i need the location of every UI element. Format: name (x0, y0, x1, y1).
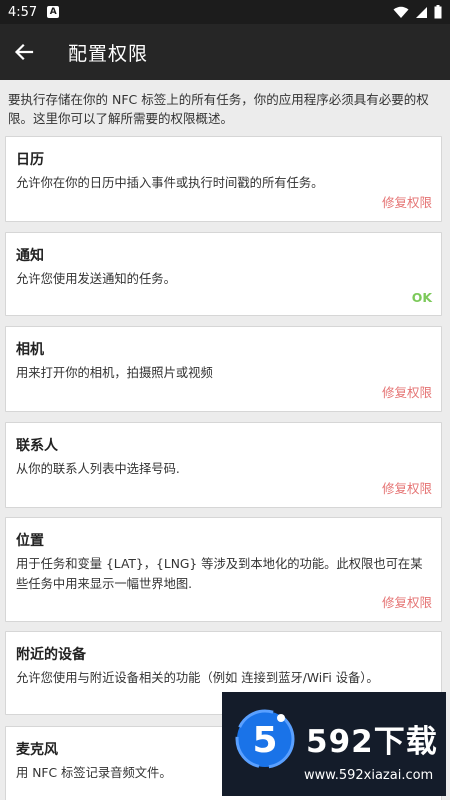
fix-permission-button[interactable]: 修复权限 (382, 592, 432, 611)
fix-permission-button[interactable]: 修复权限 (382, 192, 432, 211)
card-description: 允许您使用与附近设备相关的功能（例如 连接到蓝牙/WiFi 设备）。 (16, 671, 379, 685)
card-description: 允许您使用发送通知的任务。 (16, 272, 176, 286)
card-title: 位置 (16, 533, 44, 549)
card-description: 从你的联系人列表中选择号码. (16, 462, 180, 476)
wifi-icon (393, 6, 409, 18)
app-bar: 配置权限 (0, 24, 450, 80)
cellular-icon (416, 6, 427, 18)
card-title: 联系人 (16, 438, 58, 454)
status-bar: 4:57 A (0, 0, 450, 24)
fix-permission-button[interactable]: 修复权限 (382, 382, 432, 401)
card-title: 麦克风 (16, 742, 58, 758)
ok-status: OK (411, 290, 432, 305)
arrow-back-icon (14, 43, 34, 61)
permission-card-contacts: 联系人 从你的联系人列表中选择号码. 修复权限 (5, 422, 442, 508)
intro-text: 要执行存储在你的 NFC 标签上的所有任务，你的应用程序必须具有必要的权限。这里… (8, 92, 429, 126)
permission-card-notifications: 通知 允许您使用发送通知的任务。 OK (5, 232, 442, 316)
logo-digit: 5 (252, 720, 277, 761)
card-title: 相机 (16, 342, 44, 358)
permission-card-location: 位置 用于任务和变量 {LAT}，{LNG} 等涉及到本地化的功能。此权限也可在… (5, 517, 442, 622)
card-title: 通知 (16, 248, 44, 264)
status-icons (393, 5, 442, 19)
permission-card-camera: 相机 用来打开你的相机，拍摄照片或视频 修复权限 (5, 326, 442, 412)
watermark-brand: 592下载 (306, 724, 438, 760)
page-title: 配置权限 (68, 42, 149, 65)
permission-card-calendar: 日历 允许你在你的日历中插入事件或执行时间戳的所有任务。 修复权限 (5, 136, 442, 222)
card-description: 用于任务和变量 {LAT}，{LNG} 等涉及到本地化的功能。此权限也可在某些任… (16, 557, 423, 591)
watermark-url: www.592xiazai.com (304, 768, 434, 783)
card-description: 用来打开你的相机，拍摄照片或视频 (16, 366, 213, 380)
notification-icon: A (47, 6, 60, 18)
fix-permission-button[interactable]: 修复权限 (382, 478, 432, 497)
back-button[interactable] (0, 24, 48, 80)
status-time: 4:57 (8, 4, 38, 20)
592-logo-icon: 5 (235, 709, 295, 769)
site-watermark: 5 592下载 www.592xiazai.com (222, 692, 446, 796)
battery-icon (434, 5, 442, 19)
card-description: 允许你在你的日历中插入事件或执行时间戳的所有任务。 (16, 176, 324, 190)
card-title: 日历 (16, 152, 44, 168)
card-title: 附近的设备 (16, 647, 86, 663)
